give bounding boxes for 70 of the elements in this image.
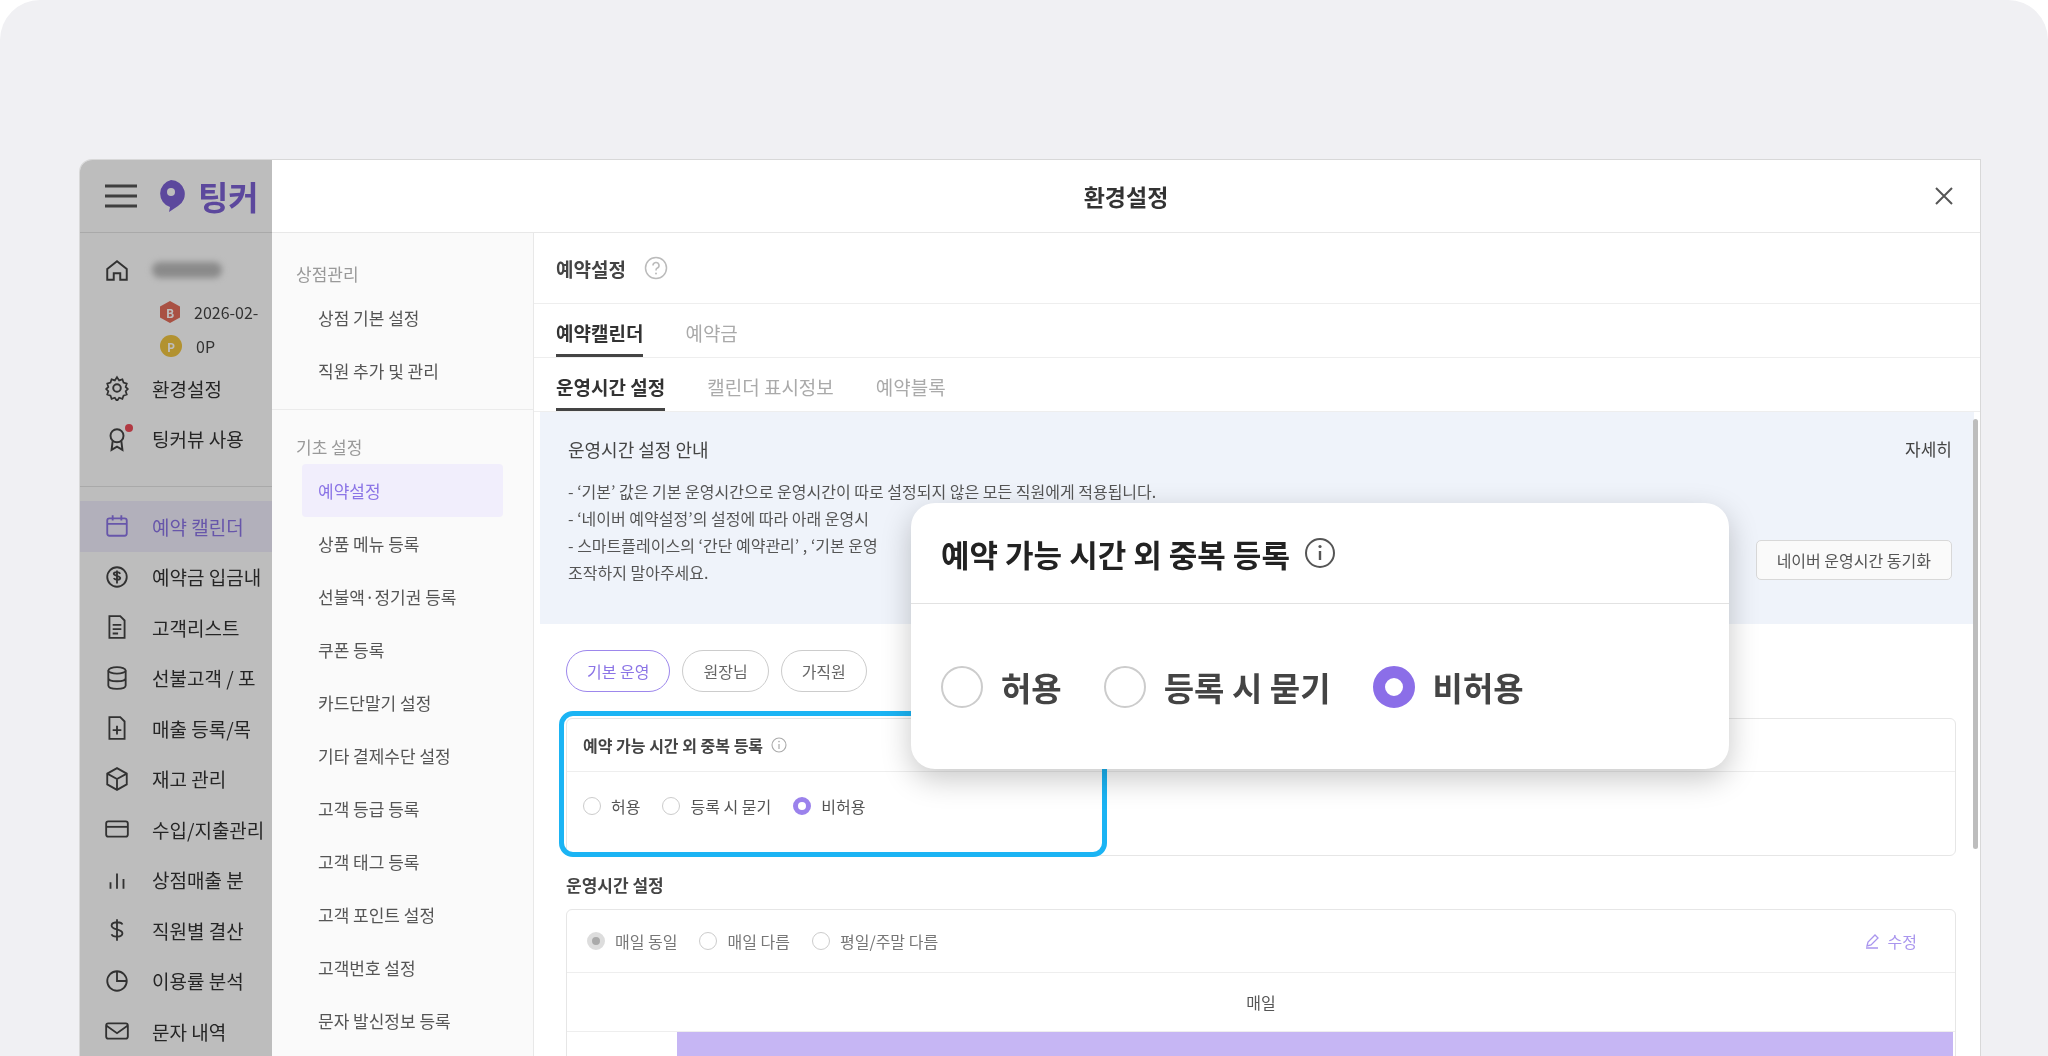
- callout-title: 예약 가능 시간 외 중복 등록: [941, 530, 1290, 576]
- sidebar-item[interactable]: 환경설정: [80, 363, 272, 414]
- menu-item[interactable]: 카드단말기 설정: [302, 676, 503, 729]
- radio-option[interactable]: 허용: [583, 794, 641, 818]
- pencil-icon: [1863, 933, 1880, 949]
- staff-chip[interactable]: 원장님: [682, 650, 769, 692]
- section-title: 운영시간 설정: [565, 871, 665, 899]
- radio-option[interactable]: 매일 동일: [587, 929, 678, 953]
- points-text: 0P: [196, 334, 215, 358]
- date-text: 2026-02-: [194, 300, 259, 324]
- tab[interactable]: 예약캘린더: [556, 304, 644, 357]
- sidebar-item[interactable]: 문자 내역: [80, 1006, 272, 1056]
- menu-item[interactable]: 기타 결제수단 설정: [302, 729, 503, 782]
- sidebar-item[interactable]: 상점매출 분: [80, 854, 272, 905]
- staff-chip[interactable]: 기본 운영: [566, 650, 671, 692]
- menu-item[interactable]: 직원 추가 및 관리: [302, 344, 503, 397]
- menu-item[interactable]: 상점 기본 설정: [302, 291, 503, 344]
- sidebar-item[interactable]: 선불고객 / 포: [80, 652, 272, 703]
- menu-item[interactable]: 선불액·정기권 등록: [302, 570, 503, 623]
- notification-dot: [125, 423, 133, 432]
- database-icon: [104, 664, 130, 691]
- pie-icon: [104, 967, 130, 994]
- home-icon[interactable]: [104, 257, 130, 283]
- notice-text: 조작하지 말아주세요.: [568, 559, 709, 586]
- sidebar-item[interactable]: 직원별 결산: [80, 905, 272, 956]
- radio-option[interactable]: 비허용: [793, 794, 866, 818]
- notice-text: - ‘기본’ 값은 기본 운영시간으로 운영시간이 따로 설정되지 않은 모든 직원에게 적용됩니다.: [568, 478, 1157, 505]
- sidebar-item[interactable]: 매출 등록/목: [80, 703, 272, 754]
- notice-text: - 스마트플레이스의 ‘간단 예약관리’ , ‘기본 운영: [568, 532, 878, 559]
- sidebar-item[interactable]: 고객리스트: [80, 602, 272, 653]
- radio-option[interactable]: 비허용: [1372, 662, 1524, 711]
- menu-icon[interactable]: [104, 184, 138, 208]
- page-title: 예약설정: [556, 254, 626, 282]
- info-icon[interactable]: [1303, 537, 1336, 569]
- menu-item[interactable]: 문자 발신정보 등록: [302, 994, 503, 1047]
- notice-text: - ‘네이버 예약설정’의 설정에 따라 아래 운영시: [568, 505, 869, 532]
- menu-heading: 기초 설정: [295, 434, 364, 461]
- close-icon[interactable]: [1934, 186, 1954, 206]
- card-title: 예약 가능 시간 외 중복 등록: [583, 733, 764, 757]
- notice-title: 운영시간 설정 안내: [568, 436, 709, 462]
- sidebar-item[interactable]: 수입/지출관리: [80, 804, 272, 855]
- menu-item[interactable]: 고객 태그 등록: [302, 835, 503, 888]
- radio-option[interactable]: 등록 시 묻기: [662, 794, 772, 818]
- settings-icon: [104, 375, 130, 402]
- blurred-name: [152, 262, 222, 278]
- radio-option[interactable]: 매일 다름: [699, 929, 790, 953]
- menu-item[interactable]: 고객 포인트 설정: [302, 888, 503, 941]
- point-badge: P: [160, 335, 182, 357]
- sync-button[interactable]: 네이버 운영시간 동기화: [1755, 540, 1952, 580]
- menu-item[interactable]: 고객 등급 등록: [302, 782, 503, 835]
- box-icon: [104, 765, 130, 792]
- radio-option[interactable]: 평일/주말 다름: [811, 929, 939, 953]
- details-link[interactable]: 자세히: [1905, 436, 1952, 462]
- calendar-icon: [104, 513, 130, 540]
- sidebar-item[interactable]: 이용률 분석: [80, 955, 272, 1006]
- menu-item[interactable]: 쿠폰 등록: [302, 623, 503, 676]
- menu-heading: 상점관리: [295, 261, 360, 288]
- staff-chip[interactable]: 가직원: [780, 650, 867, 692]
- radio-option[interactable]: 등록 시 묻기: [1103, 662, 1331, 711]
- sidebar-item[interactable]: 팅커뷰 사용: [80, 413, 272, 464]
- menu-item[interactable]: 고객번호 설정: [302, 941, 503, 994]
- logo-text: 팅커: [198, 172, 259, 220]
- sidebar-item[interactable]: 재고 관리: [80, 753, 272, 804]
- radio-option[interactable]: 허용: [941, 662, 1062, 711]
- dollar-circle-icon: [104, 563, 130, 590]
- grade-badge: B: [160, 301, 180, 323]
- scrollbar[interactable]: [1973, 419, 1978, 849]
- sidebar-item[interactable]: 예약금 입금내: [80, 551, 272, 602]
- menu-item[interactable]: 상품 메뉴 등록: [302, 517, 503, 570]
- dialog-title: 환경설정: [1083, 179, 1169, 213]
